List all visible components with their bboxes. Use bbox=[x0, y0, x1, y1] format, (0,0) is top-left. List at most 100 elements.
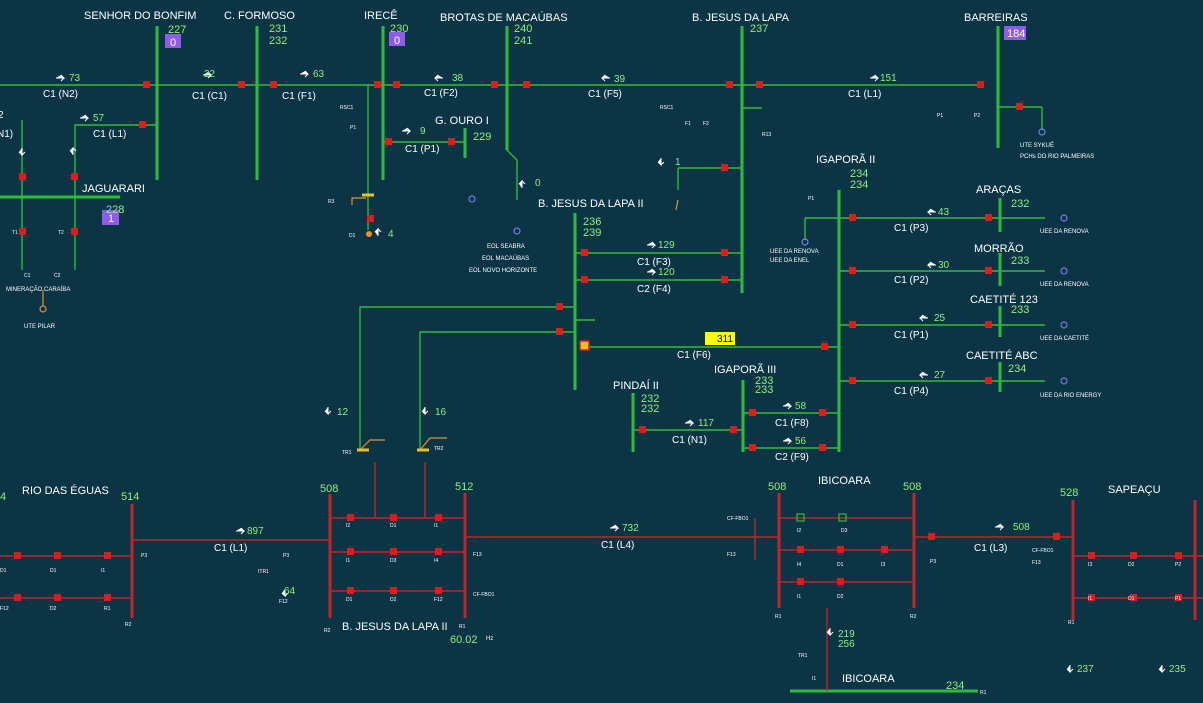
name-igapora2: IGAPORÃ II bbox=[816, 153, 875, 166]
svg-text:229: 229 bbox=[473, 131, 491, 143]
svg-text:58: 58 bbox=[795, 401, 807, 412]
svg-text:508: 508 bbox=[320, 483, 338, 495]
svg-text:F1: F1 bbox=[685, 121, 691, 127]
svg-text:25: 25 bbox=[934, 313, 946, 324]
svg-text:P1: P1 bbox=[1175, 596, 1181, 602]
svg-text:16: 16 bbox=[435, 407, 447, 418]
svg-text:184: 184 bbox=[1007, 28, 1025, 40]
svg-text:63: 63 bbox=[313, 69, 325, 80]
svg-text:C1 (P3): C1 (P3) bbox=[894, 223, 928, 234]
svg-text:D1: D1 bbox=[837, 562, 844, 568]
name-sapeacu: SAPEAÇU bbox=[1108, 484, 1161, 496]
svg-text:I2: I2 bbox=[346, 523, 350, 529]
svg-text:Hz: Hz bbox=[486, 636, 493, 642]
svg-text:R13: R13 bbox=[762, 132, 771, 138]
svg-text:239: 239 bbox=[583, 227, 601, 239]
svg-text:I1: I1 bbox=[434, 523, 438, 529]
svg-text:C1 (P1): C1 (P1) bbox=[405, 144, 439, 155]
svg-text:234: 234 bbox=[850, 179, 868, 191]
svg-text:237: 237 bbox=[750, 23, 768, 35]
svg-text:151: 151 bbox=[880, 73, 897, 84]
svg-text:C1 (L3): C1 (L3) bbox=[974, 543, 1007, 554]
svg-text:I4: I4 bbox=[434, 558, 438, 564]
svg-text:F2: F2 bbox=[703, 121, 709, 127]
svg-text:C1 (C1): C1 (C1) bbox=[192, 91, 227, 102]
svg-text:C1 (L1): C1 (L1) bbox=[93, 129, 126, 140]
svg-text:R2: R2 bbox=[324, 628, 331, 634]
svg-text:12: 12 bbox=[337, 407, 349, 418]
svg-text:I4: I4 bbox=[797, 562, 801, 568]
name-irece: IRECÊ bbox=[364, 9, 398, 22]
svg-text:C1 (P4): C1 (P4) bbox=[894, 386, 928, 397]
name-caetiteabc: CAETITÉ ABC bbox=[966, 349, 1038, 362]
svg-text:P1: P1 bbox=[808, 196, 814, 202]
svg-text:UEE DA RENOVA: UEE DA RENOVA bbox=[1040, 282, 1089, 288]
svg-text:230: 230 bbox=[390, 23, 408, 35]
svg-text:73: 73 bbox=[69, 73, 81, 84]
svg-text:9: 9 bbox=[420, 126, 426, 137]
name-barreiras: BARREIRAS bbox=[964, 12, 1028, 24]
svg-text:F12: F12 bbox=[0, 606, 9, 612]
svg-text:30: 30 bbox=[938, 260, 950, 271]
svg-text:508: 508 bbox=[1013, 522, 1030, 533]
svg-text:C1 (F6): C1 (F6) bbox=[677, 350, 711, 361]
svg-text:2: 2 bbox=[0, 110, 4, 121]
svg-text:D2: D2 bbox=[837, 594, 844, 600]
name-brotas: BROTAS DE MACAÚBAS bbox=[440, 11, 568, 24]
svg-text:232: 232 bbox=[641, 403, 659, 415]
svg-text:F13: F13 bbox=[473, 552, 482, 558]
svg-text:43: 43 bbox=[938, 207, 950, 218]
svg-text:C1 (F2): C1 (F2) bbox=[424, 88, 458, 99]
svg-text:514: 514 bbox=[121, 491, 139, 503]
svg-text:64: 64 bbox=[284, 586, 296, 597]
svg-text:CF-FBO1: CF-FBO1 bbox=[473, 592, 495, 598]
svg-text:528: 528 bbox=[1060, 487, 1078, 499]
name-jaguarari: JAGUARARI bbox=[82, 183, 145, 195]
svg-text:27: 27 bbox=[934, 370, 946, 381]
svg-text:C1 (L1): C1 (L1) bbox=[214, 543, 247, 554]
svg-text:508: 508 bbox=[768, 481, 786, 493]
svg-text:P2: P2 bbox=[974, 113, 980, 119]
svg-text:237: 237 bbox=[1077, 664, 1094, 675]
svg-text:C2: C2 bbox=[54, 273, 61, 279]
svg-text:241: 241 bbox=[514, 35, 532, 47]
svg-text:R1: R1 bbox=[459, 624, 466, 630]
svg-text:R1: R1 bbox=[980, 690, 987, 696]
svg-text:38: 38 bbox=[452, 73, 464, 84]
svg-text:C1 (F5): C1 (F5) bbox=[588, 89, 622, 100]
svg-text:C1 (P1): C1 (P1) bbox=[894, 330, 928, 341]
svg-text:UEE DA ENEL: UEE DA ENEL bbox=[770, 258, 810, 264]
svg-text:RSC1: RSC1 bbox=[340, 105, 354, 111]
svg-text:1: 1 bbox=[108, 213, 114, 225]
svg-text:I1: I1 bbox=[812, 676, 816, 682]
svg-text:P3: P3 bbox=[930, 559, 936, 565]
svg-text:D3: D3 bbox=[841, 528, 848, 534]
svg-text:D2: D2 bbox=[390, 597, 397, 603]
name-ibicoara: IBICOARA bbox=[818, 475, 871, 487]
svg-text:4: 4 bbox=[388, 229, 394, 240]
svg-text:ITR1: ITR1 bbox=[258, 569, 269, 575]
svg-text:CF-FBO1: CF-FBO1 bbox=[1032, 548, 1054, 554]
svg-text:CF-FBO1: CF-FBO1 bbox=[727, 516, 749, 522]
svg-text:D1: D1 bbox=[1128, 596, 1135, 602]
name-c-formoso: C. FORMOSO bbox=[224, 10, 295, 22]
svg-text:I1: I1 bbox=[346, 558, 350, 564]
svg-text:C1: C1 bbox=[24, 273, 31, 279]
name-g-ouro: G. OURO I bbox=[435, 115, 489, 127]
svg-text:22: 22 bbox=[204, 69, 216, 80]
name-pindai: PINDAÍ II bbox=[613, 379, 659, 392]
svg-text:240: 240 bbox=[514, 23, 532, 35]
svg-text:R1: R1 bbox=[775, 614, 782, 620]
svg-text:T2: T2 bbox=[58, 230, 64, 236]
svg-text:I1: I1 bbox=[797, 594, 801, 600]
svg-text:T1: T1 bbox=[12, 230, 18, 236]
svg-text:311: 311 bbox=[717, 334, 733, 345]
svg-text:233: 233 bbox=[755, 384, 773, 396]
svg-text:C1 (N2): C1 (N2) bbox=[43, 89, 78, 100]
svg-text:TR1: TR1 bbox=[798, 653, 808, 659]
svg-text:C1 (F8): C1 (F8) bbox=[775, 418, 809, 429]
name-aracas: ARAÇAS bbox=[976, 184, 1021, 196]
svg-text:234: 234 bbox=[1008, 363, 1026, 375]
svg-text:RSC1: RSC1 bbox=[660, 105, 674, 111]
svg-text:P3: P3 bbox=[141, 553, 147, 559]
